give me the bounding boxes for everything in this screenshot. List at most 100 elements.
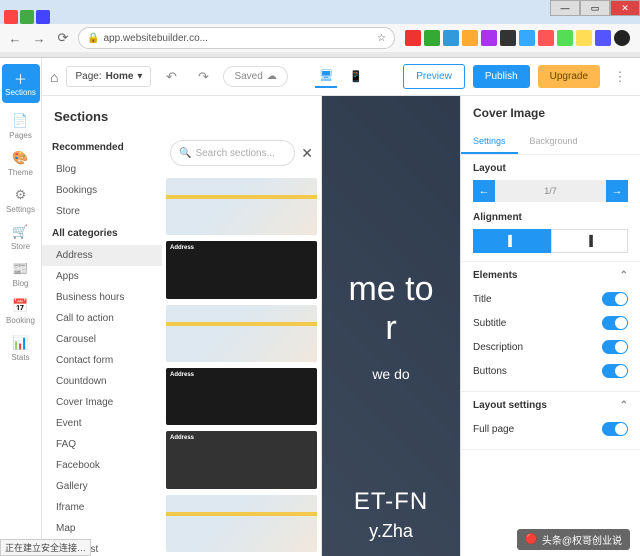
layout-prev-button[interactable]: ←: [473, 180, 495, 202]
rail-item-settings[interactable]: ⚙Settings: [2, 187, 40, 214]
section-item[interactable]: Cover Image: [42, 392, 162, 413]
align-left-button[interactable]: ▌: [473, 229, 551, 253]
mobile-icon[interactable]: 📱: [345, 66, 367, 88]
forward-icon[interactable]: →: [30, 29, 48, 47]
section-item[interactable]: FAQ: [42, 434, 162, 455]
rail-item-theme[interactable]: 🎨Theme: [2, 150, 40, 177]
rail-item-sections[interactable]: ＋Sections: [2, 64, 40, 103]
preview-card[interactable]: Address: [166, 241, 317, 299]
extensions-row: [401, 25, 634, 51]
fullpage-toggle[interactable]: [602, 422, 628, 436]
preview-card[interactable]: [166, 305, 317, 362]
preview-card[interactable]: Address: [166, 368, 317, 426]
section-group: Recommended: [42, 136, 162, 159]
section-item[interactable]: Carousel: [42, 329, 162, 350]
element-toggle[interactable]: [602, 292, 628, 306]
ext-icon[interactable]: [481, 30, 497, 46]
preview-card[interactable]: [166, 178, 317, 235]
section-item[interactable]: Countdown: [42, 371, 162, 392]
element-label: Buttons: [473, 366, 507, 377]
bookmark-icon[interactable]: [4, 10, 18, 24]
element-label: Subtitle: [473, 318, 506, 329]
back-icon[interactable]: ←: [6, 29, 24, 47]
hero-author: y.Zha: [369, 521, 413, 542]
ext-icon[interactable]: [424, 30, 440, 46]
section-item[interactable]: Iframe: [42, 497, 162, 518]
upgrade-button[interactable]: Upgrade: [538, 65, 600, 88]
rail-icon: 🛒: [13, 224, 29, 240]
ext-icon[interactable]: [595, 30, 611, 46]
rail-item-blog[interactable]: 📰Blog: [2, 261, 40, 288]
close-icon[interactable]: ✕: [301, 145, 313, 162]
redo-icon[interactable]: ↷: [191, 65, 215, 89]
cloud-icon: ☁: [267, 71, 277, 82]
layout-label: Layout: [473, 163, 628, 174]
address-bar[interactable]: 🔒 app.websitebuilder.co... ☆: [78, 27, 395, 49]
right-panel: Cover Image Settings Background Layout ←…: [460, 96, 640, 556]
bookmark-icon[interactable]: [36, 10, 50, 24]
undo-icon[interactable]: ↶: [159, 65, 183, 89]
tab-strip: [0, 0, 640, 24]
element-toggle[interactable]: [602, 340, 628, 354]
section-item[interactable]: Call to action: [42, 308, 162, 329]
section-item[interactable]: Address: [42, 245, 162, 266]
win-close[interactable]: ✕: [610, 0, 640, 16]
fullpage-label: Full page: [473, 424, 514, 435]
ext-icon[interactable]: [462, 30, 478, 46]
sections-list: RecommendedBlogBookingsStoreAll categori…: [42, 136, 162, 556]
section-item[interactable]: Blog: [42, 159, 162, 180]
element-toggle[interactable]: [602, 316, 628, 330]
home-icon[interactable]: ⌂: [50, 69, 58, 85]
element-label: Title: [473, 294, 492, 305]
win-max[interactable]: ▭: [580, 0, 610, 16]
ext-icon[interactable]: [576, 30, 592, 46]
ext-icon[interactable]: [557, 30, 573, 46]
section-item[interactable]: Store: [42, 201, 162, 222]
bookmark-icon[interactable]: [20, 10, 34, 24]
saved-indicator[interactable]: Saved ☁: [223, 66, 287, 87]
ext-icon[interactable]: [519, 30, 535, 46]
tab-background[interactable]: Background: [518, 130, 590, 154]
star-icon[interactable]: ☆: [377, 33, 386, 44]
win-min[interactable]: —: [550, 0, 580, 16]
element-toggle[interactable]: [602, 364, 628, 378]
ext-icon[interactable]: [443, 30, 459, 46]
avatar-icon[interactable]: [614, 30, 630, 46]
reload-icon[interactable]: ⟳: [54, 29, 72, 47]
rail-icon: 📅: [13, 298, 29, 314]
section-group: All categories: [42, 222, 162, 245]
ext-icon[interactable]: [538, 30, 554, 46]
chevron-down-icon: ▾: [137, 71, 142, 82]
desktop-icon[interactable]: 🖥: [315, 66, 337, 88]
ext-icon[interactable]: [500, 30, 516, 46]
preview-card[interactable]: [166, 495, 317, 552]
ext-icon[interactable]: [405, 30, 421, 46]
tab-settings[interactable]: Settings: [461, 130, 518, 154]
section-item[interactable]: Map: [42, 518, 162, 539]
section-item[interactable]: Apps: [42, 266, 162, 287]
section-item[interactable]: Event: [42, 413, 162, 434]
align-center-button[interactable]: ▐: [551, 229, 629, 253]
layout-next-button[interactable]: →: [606, 180, 628, 202]
rail-item-store[interactable]: 🛒Store: [2, 224, 40, 251]
more-icon[interactable]: ⋮: [608, 65, 632, 89]
section-item[interactable]: Gallery: [42, 476, 162, 497]
rail-item-stats[interactable]: 📊Stats: [2, 335, 40, 362]
section-item[interactable]: Business hours: [42, 287, 162, 308]
section-item[interactable]: Facebook: [42, 455, 162, 476]
canvas-preview[interactable]: me to r we do ET-FN y.Zha: [322, 96, 460, 556]
preview-button[interactable]: Preview: [403, 64, 465, 89]
alignment-label: Alignment: [473, 212, 628, 223]
preview-card[interactable]: Address: [166, 431, 317, 489]
publish-button[interactable]: Publish: [473, 65, 530, 88]
chevron-up-icon[interactable]: ⌃: [620, 400, 628, 411]
chevron-up-icon[interactable]: ⌃: [620, 270, 628, 281]
section-item[interactable]: Contact form: [42, 350, 162, 371]
rail-item-pages[interactable]: 📄Pages: [2, 113, 40, 140]
rail-item-booking[interactable]: 📅Booking: [2, 298, 40, 325]
section-item[interactable]: Bookings: [42, 180, 162, 201]
rpanel-title: Cover Image: [461, 96, 640, 130]
status-bar: 正在建立安全连接…: [0, 539, 91, 556]
page-selector[interactable]: Page: Home ▾: [66, 66, 151, 87]
search-input[interactable]: 🔍 Search sections...: [170, 140, 295, 166]
